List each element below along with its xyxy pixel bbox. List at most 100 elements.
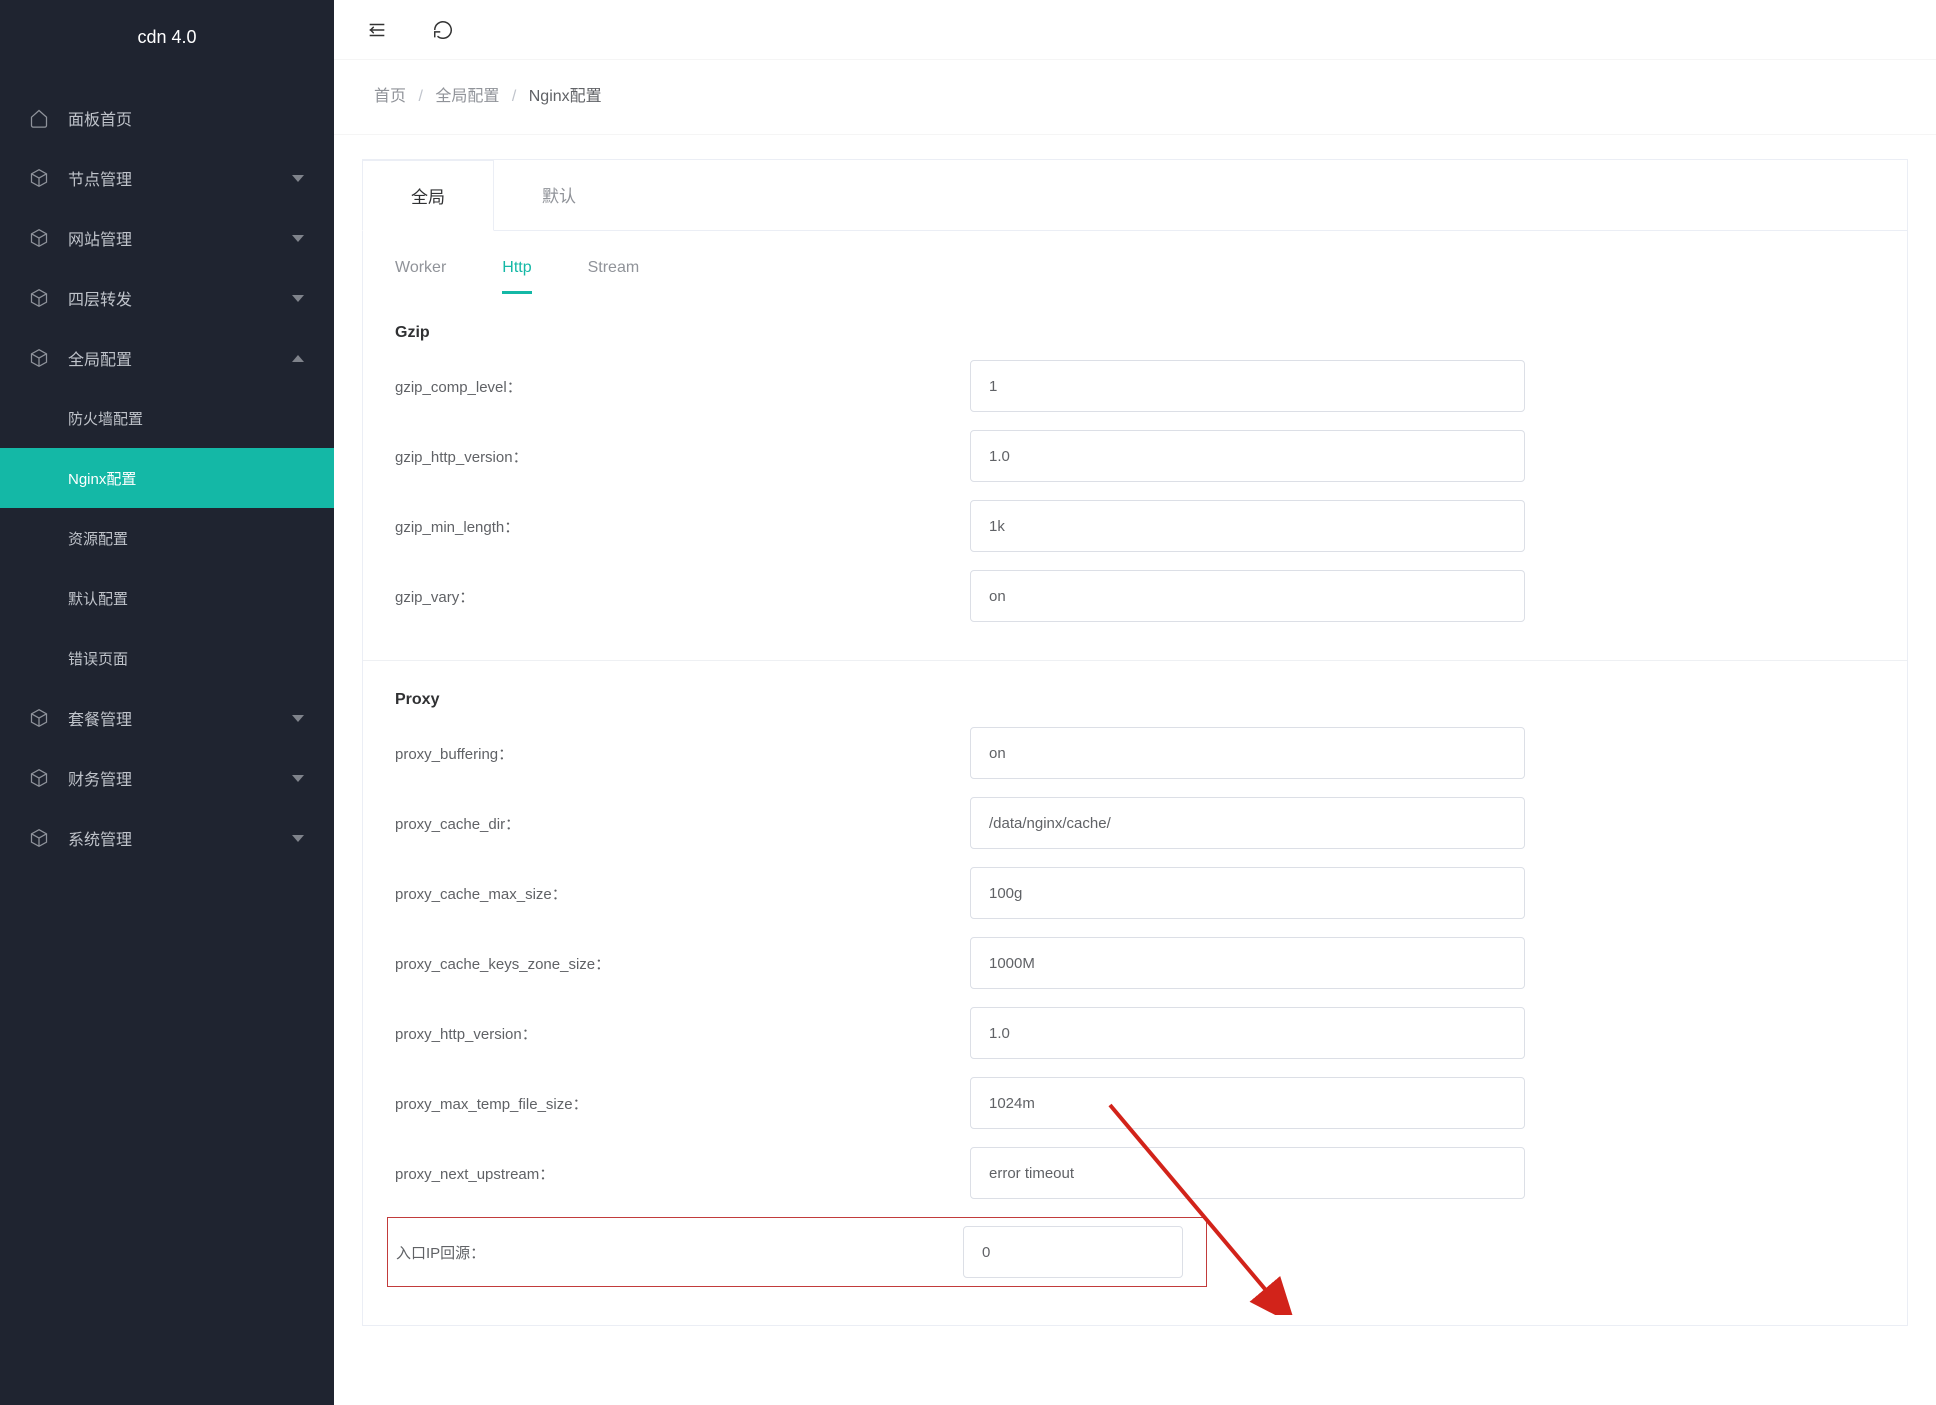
sidebar-item-label: 系统管理: [68, 826, 292, 850]
primary-tabs: 全局 默认: [363, 160, 1907, 231]
tab-default[interactable]: 默认: [494, 160, 624, 230]
sidebar-item-dashboard[interactable]: 面板首页: [0, 88, 334, 148]
form-row-gzip-http-version: gzip_http_version： 1.0: [395, 430, 1875, 482]
sidebar-menu: 面板首页 节点管理 网站管理 四层转发 全局配置: [0, 74, 334, 1405]
collapse-sidebar-button[interactable]: [366, 19, 388, 41]
sidebar: cdn 4.0 面板首页 节点管理 网站管理 四层转发: [0, 0, 334, 1405]
input-proxy-next-upstream[interactable]: error timeout: [970, 1147, 1525, 1199]
input-ingress-ip-origin[interactable]: 0: [963, 1226, 1183, 1278]
subtab-http[interactable]: Http: [502, 259, 531, 294]
form-label: proxy_cache_keys_zone_size：: [395, 953, 970, 974]
chevron-up-icon: [292, 355, 304, 362]
sidebar-item-plan-manage[interactable]: 套餐管理: [0, 688, 334, 748]
sidebar-item-label: 四层转发: [68, 286, 292, 310]
sidebar-item-label: 套餐管理: [68, 706, 292, 730]
form-label: gzip_comp_level：: [395, 376, 970, 397]
form-row-ingress-ip-origin: 入口IP回源： 0: [387, 1217, 1207, 1287]
subtab-worker[interactable]: Worker: [395, 259, 446, 294]
topbar: [334, 0, 1936, 60]
section-proxy: Proxy proxy_buffering： on proxy_cache_di…: [363, 661, 1907, 1325]
form-label: gzip_http_version：: [395, 446, 970, 467]
sidebar-item-global-config[interactable]: 全局配置: [0, 328, 334, 388]
form-row-gzip-vary: gzip_vary： on: [395, 570, 1875, 622]
secondary-tabs: Worker Http Stream: [363, 231, 1907, 294]
form-row-proxy-cache-dir: proxy_cache_dir： /data/nginx/cache/: [395, 797, 1875, 849]
form-label: proxy_cache_max_size：: [395, 883, 970, 904]
section-title: Gzip: [395, 324, 1875, 342]
input-gzip-comp-level[interactable]: 1: [970, 360, 1525, 412]
form-row-gzip-comp-level: gzip_comp_level： 1: [395, 360, 1875, 412]
submenu-item-firewall[interactable]: 防火墙配置: [0, 388, 334, 448]
sidebar-item-finance-manage[interactable]: 财务管理: [0, 748, 334, 808]
home-icon: [28, 107, 50, 129]
submenu-item-default-config[interactable]: 默认配置: [0, 568, 334, 628]
sidebar-item-node-manage[interactable]: 节点管理: [0, 148, 334, 208]
form-label: proxy_next_upstream：: [395, 1163, 970, 1184]
cube-icon: [28, 287, 50, 309]
tab-global[interactable]: 全局: [362, 160, 494, 231]
sidebar-item-l4-forward[interactable]: 四层转发: [0, 268, 334, 328]
input-proxy-cache-dir[interactable]: /data/nginx/cache/: [970, 797, 1525, 849]
section-gzip: Gzip gzip_comp_level： 1 gzip_http_versio…: [363, 294, 1907, 661]
input-gzip-min-length[interactable]: 1k: [970, 500, 1525, 552]
breadcrumb-mid[interactable]: 全局配置: [435, 88, 499, 105]
chevron-down-icon: [292, 835, 304, 842]
sidebar-item-label: 全局配置: [68, 346, 292, 370]
form-row-gzip-min-length: gzip_min_length： 1k: [395, 500, 1875, 552]
menu-collapse-icon: [366, 19, 388, 41]
chevron-down-icon: [292, 235, 304, 242]
cube-icon: [28, 827, 50, 849]
chevron-down-icon: [292, 775, 304, 782]
submenu-item-error-page[interactable]: 错误页面: [0, 628, 334, 688]
form-label: proxy_http_version：: [395, 1023, 970, 1044]
breadcrumb-separator: /: [418, 88, 422, 105]
chevron-down-icon: [292, 295, 304, 302]
subtab-stream[interactable]: Stream: [588, 259, 640, 294]
submenu-label: 默认配置: [68, 588, 128, 609]
submenu-item-resource-config[interactable]: 资源配置: [0, 508, 334, 568]
form-row-proxy-max-temp-file-size: proxy_max_temp_file_size： 1024m: [395, 1077, 1875, 1129]
chevron-down-icon: [292, 175, 304, 182]
submenu-item-nginx-config[interactable]: Nginx配置: [0, 448, 334, 508]
input-proxy-http-version[interactable]: 1.0: [970, 1007, 1525, 1059]
chevron-down-icon: [292, 715, 304, 722]
input-proxy-cache-keys-zone-size[interactable]: 1000M: [970, 937, 1525, 989]
form-label: proxy_cache_dir：: [395, 813, 970, 834]
form-label: 入口IP回源：: [396, 1242, 963, 1263]
sidebar-item-label: 节点管理: [68, 166, 292, 190]
config-card: 全局 默认 Worker Http Stream Gzip gzip_comp_…: [362, 159, 1908, 1326]
breadcrumb-home[interactable]: 首页: [374, 88, 406, 105]
cube-icon: [28, 767, 50, 789]
brand-title: cdn 4.0: [0, 0, 334, 74]
breadcrumb-current: Nginx配置: [529, 88, 602, 105]
submenu-label: 错误页面: [68, 648, 128, 669]
submenu-label: Nginx配置: [68, 468, 136, 489]
main-panel: 全局 默认 Worker Http Stream Gzip gzip_comp_…: [334, 135, 1936, 1405]
sidebar-item-label: 财务管理: [68, 766, 292, 790]
input-gzip-http-version[interactable]: 1.0: [970, 430, 1525, 482]
form-label: proxy_buffering：: [395, 743, 970, 764]
refresh-button[interactable]: [432, 19, 454, 41]
form-row-proxy-next-upstream: proxy_next_upstream： error timeout: [395, 1147, 1875, 1199]
content-area: 首页 / 全局配置 / Nginx配置 全局 默认 Worker Http St…: [334, 0, 1936, 1405]
sidebar-item-label: 网站管理: [68, 226, 292, 250]
sidebar-item-label: 面板首页: [68, 106, 304, 130]
input-proxy-buffering[interactable]: on: [970, 727, 1525, 779]
form-row-proxy-cache-keys-zone-size: proxy_cache_keys_zone_size： 1000M: [395, 937, 1875, 989]
section-title: Proxy: [395, 691, 1875, 709]
form-row-proxy-http-version: proxy_http_version： 1.0: [395, 1007, 1875, 1059]
form-row-proxy-cache-max-size: proxy_cache_max_size： 100g: [395, 867, 1875, 919]
refresh-icon: [432, 19, 454, 41]
sidebar-item-system-manage[interactable]: 系统管理: [0, 808, 334, 868]
breadcrumb: 首页 / 全局配置 / Nginx配置: [334, 60, 1936, 135]
sidebar-item-site-manage[interactable]: 网站管理: [0, 208, 334, 268]
form-label: gzip_vary：: [395, 586, 970, 607]
submenu-label: 防火墙配置: [68, 408, 143, 429]
input-proxy-max-temp-file-size[interactable]: 1024m: [970, 1077, 1525, 1129]
input-proxy-cache-max-size[interactable]: 100g: [970, 867, 1525, 919]
form-label: gzip_min_length：: [395, 516, 970, 537]
input-gzip-vary[interactable]: on: [970, 570, 1525, 622]
form-row-proxy-buffering: proxy_buffering： on: [395, 727, 1875, 779]
submenu-label: 资源配置: [68, 528, 128, 549]
cube-icon: [28, 167, 50, 189]
